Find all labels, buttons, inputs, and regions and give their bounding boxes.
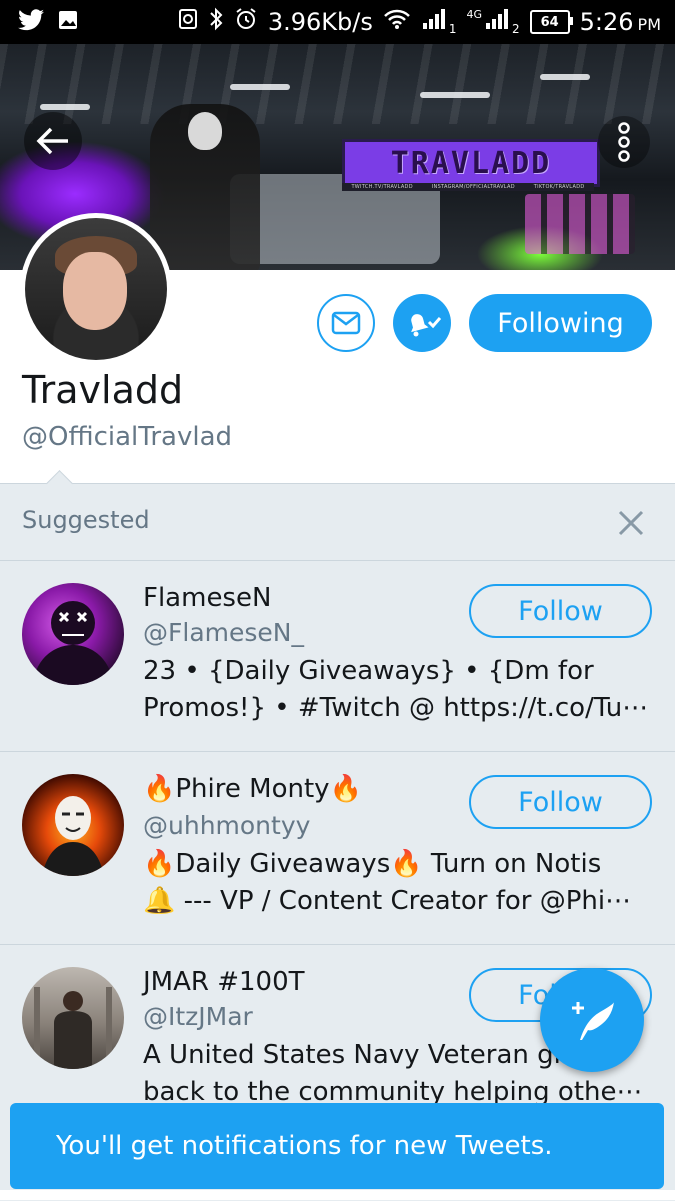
banner-social-instagram: INSTAGRAM/OFFICIALTRAVLAD [431, 184, 515, 190]
bottom-strip [0, 1190, 675, 1200]
notification-toast: You'll get notifications for new Tweets. [10, 1103, 664, 1189]
avatar [25, 218, 167, 360]
banner-social-twitch: TWITCH.TV/TRAVLADD [351, 184, 413, 190]
clock-time: 5:26 [579, 8, 634, 36]
suggested-user-card[interactable]: 🔥Phire Monty🔥 @uhhmontyy 🔥Daily Giveaway… [0, 752, 675, 944]
banner-light [40, 104, 90, 110]
arrow-left-icon [36, 127, 68, 155]
bell-check-icon [411, 314, 441, 337]
suggested-user-bio: 🔥Daily Giveaways🔥 Turn on Notis 🔔 --- VP… [143, 849, 632, 916]
envelope-icon [331, 311, 361, 335]
follow-button[interactable]: Follow [469, 775, 652, 829]
banner-social-tiktok: TIKTOK/TRAVLADD [533, 184, 585, 190]
avatar [22, 583, 124, 685]
status-bar: 3.96Kb/s 1 4G 2 64 5:26 PM [0, 0, 675, 44]
profile-display-name: Travladd [22, 368, 184, 412]
profile-avatar-frame[interactable] [20, 213, 172, 365]
suggested-caret [46, 470, 73, 497]
network-speed: 3.96Kb/s [267, 8, 373, 36]
close-icon [618, 510, 644, 536]
signal-sim1-icon [421, 7, 447, 37]
back-button[interactable] [24, 112, 82, 170]
suggested-user-bio: 23 • {Daily Giveaways} • {Dm for Promos!… [143, 656, 649, 723]
sim2-type-label: 4G [466, 8, 482, 21]
signal-sim2-icon [484, 7, 510, 37]
suggested-user-name: FlameseN [143, 583, 272, 613]
banner-console [525, 194, 635, 254]
suggested-user-handle: @FlameseN_ [143, 618, 304, 647]
compose-tweet-button[interactable] [540, 968, 644, 1072]
notifications-button[interactable] [393, 294, 451, 352]
bluetooth-icon [208, 7, 224, 37]
image-notification-icon [58, 10, 78, 34]
suggested-user-handle: @ItzJMar [143, 1002, 253, 1031]
banner-light [420, 92, 490, 98]
battery-indicator: 64 [529, 10, 573, 34]
banner-ceiling [0, 44, 675, 124]
suggested-section: Suggested FlameseN @FlameseN_ 23 • {Dail… [0, 470, 675, 1201]
toast-message: You'll get notifications for new Tweets. [56, 1131, 553, 1161]
alarm-icon [234, 7, 258, 37]
banner-logo-text: TRAVLADD [342, 139, 600, 187]
wifi-icon [383, 8, 411, 36]
compose-feather-icon [572, 1002, 614, 1040]
sim2-label: 2 [512, 22, 520, 36]
avatar [22, 967, 124, 1069]
storage-icon [178, 8, 198, 36]
banner-character-head [188, 112, 222, 150]
banner-light [230, 84, 290, 90]
profile-handle: @OfficialTravlad [22, 422, 233, 452]
clock-ampm: PM [637, 15, 661, 34]
avatar-face [63, 252, 127, 330]
dismiss-suggestions-button[interactable] [612, 504, 650, 542]
following-button[interactable]: Following [469, 294, 652, 352]
suggested-header: Suggested [22, 506, 150, 534]
suggested-user-card[interactable]: FlameseN @FlameseN_ 23 • {Daily Giveaway… [0, 561, 675, 751]
twitter-notification-icon [18, 9, 44, 35]
avatar [22, 774, 124, 876]
banner-social-line: TWITCH.TV/TRAVLADD INSTAGRAM/OFFICIALTRA… [342, 183, 594, 191]
vertical-ellipsis-icon [618, 122, 630, 162]
follow-button[interactable]: Follow [469, 584, 652, 638]
message-button[interactable] [317, 294, 375, 352]
banner-light [540, 74, 590, 80]
suggested-user-name: 🔥Phire Monty🔥 [143, 774, 362, 804]
suggested-user-handle: @uhhmontyy [143, 811, 311, 840]
suggested-user-name: JMAR #100T [143, 967, 305, 997]
sim1-label: 1 [448, 22, 457, 36]
more-options-button[interactable] [598, 116, 650, 168]
